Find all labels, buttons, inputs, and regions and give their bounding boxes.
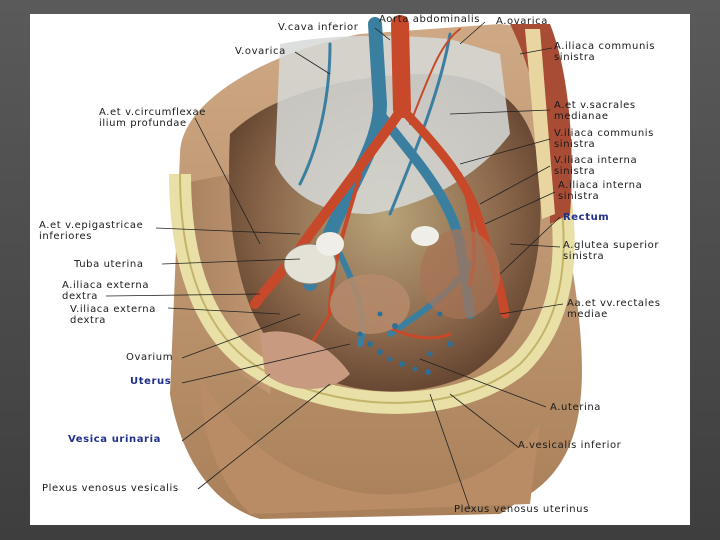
label-a-v-circumflexae: A.et v.circumflexae ilium profundae	[99, 107, 207, 129]
label-v-iliaca-interna-sinistra: V.iliaca interna sinistra	[554, 155, 638, 177]
uterus-shape	[330, 274, 410, 334]
label-v-iliaca-externa-dextra: V.iliaca externa dextra	[70, 304, 156, 326]
label-plexus-venosus-uterinus: Plexus venosus uterinus	[454, 504, 589, 515]
label-a-ovarica: A.ovarica	[496, 16, 548, 27]
label-ovarium: Ovarium	[126, 352, 174, 363]
label-rectum: Rectum	[563, 212, 610, 223]
label-a-v-sacrales: A.et v.sacrales medianae	[554, 100, 636, 122]
label-a-vesicalis-inferior: A.vesicalis inferior	[518, 440, 622, 451]
label-a-v-epigastricae: A.et v.epigastricae inferiores	[39, 220, 144, 242]
anatomy-slide: V.cava inferior Aorta abdominalis A.ovar…	[30, 14, 690, 525]
label-a-iliaca-communis-sinistra: A.iliaca communis sinistra	[554, 41, 656, 63]
label-tuba-uterina: Tuba uterina	[74, 259, 144, 270]
label-vesica-urinaria: Vesica urinaria	[68, 434, 161, 445]
label-a-glutea-superior: A.glutea superior sinistra	[563, 240, 660, 262]
label-aa-vv-rectales-mediae: Aa.et vv.rectales mediae	[567, 298, 661, 320]
label-a-iliaca-externa-dextra: A.iliaca externa dextra	[62, 280, 150, 302]
label-aorta-abdominalis: Aorta abdominalis	[379, 14, 481, 25]
label-a-uterina: A.uterina	[550, 402, 602, 413]
label-plexus-venosus-vesicalis: Plexus venosus vesicalis	[42, 483, 179, 494]
label-uterus: Uterus	[130, 376, 172, 387]
label-v-ovarica: V.ovarica	[235, 46, 286, 57]
label-a-iliaca-interna-sinistra: A.iliaca interna sinistra	[558, 180, 643, 202]
label-v-cava-inferior: V.cava inferior	[278, 22, 359, 33]
label-v-iliaca-communis-sinistra: V.iliaca communis sinistra	[554, 128, 654, 150]
slide-frame: V.cava inferior Aorta abdominalis A.ovar…	[0, 0, 720, 540]
